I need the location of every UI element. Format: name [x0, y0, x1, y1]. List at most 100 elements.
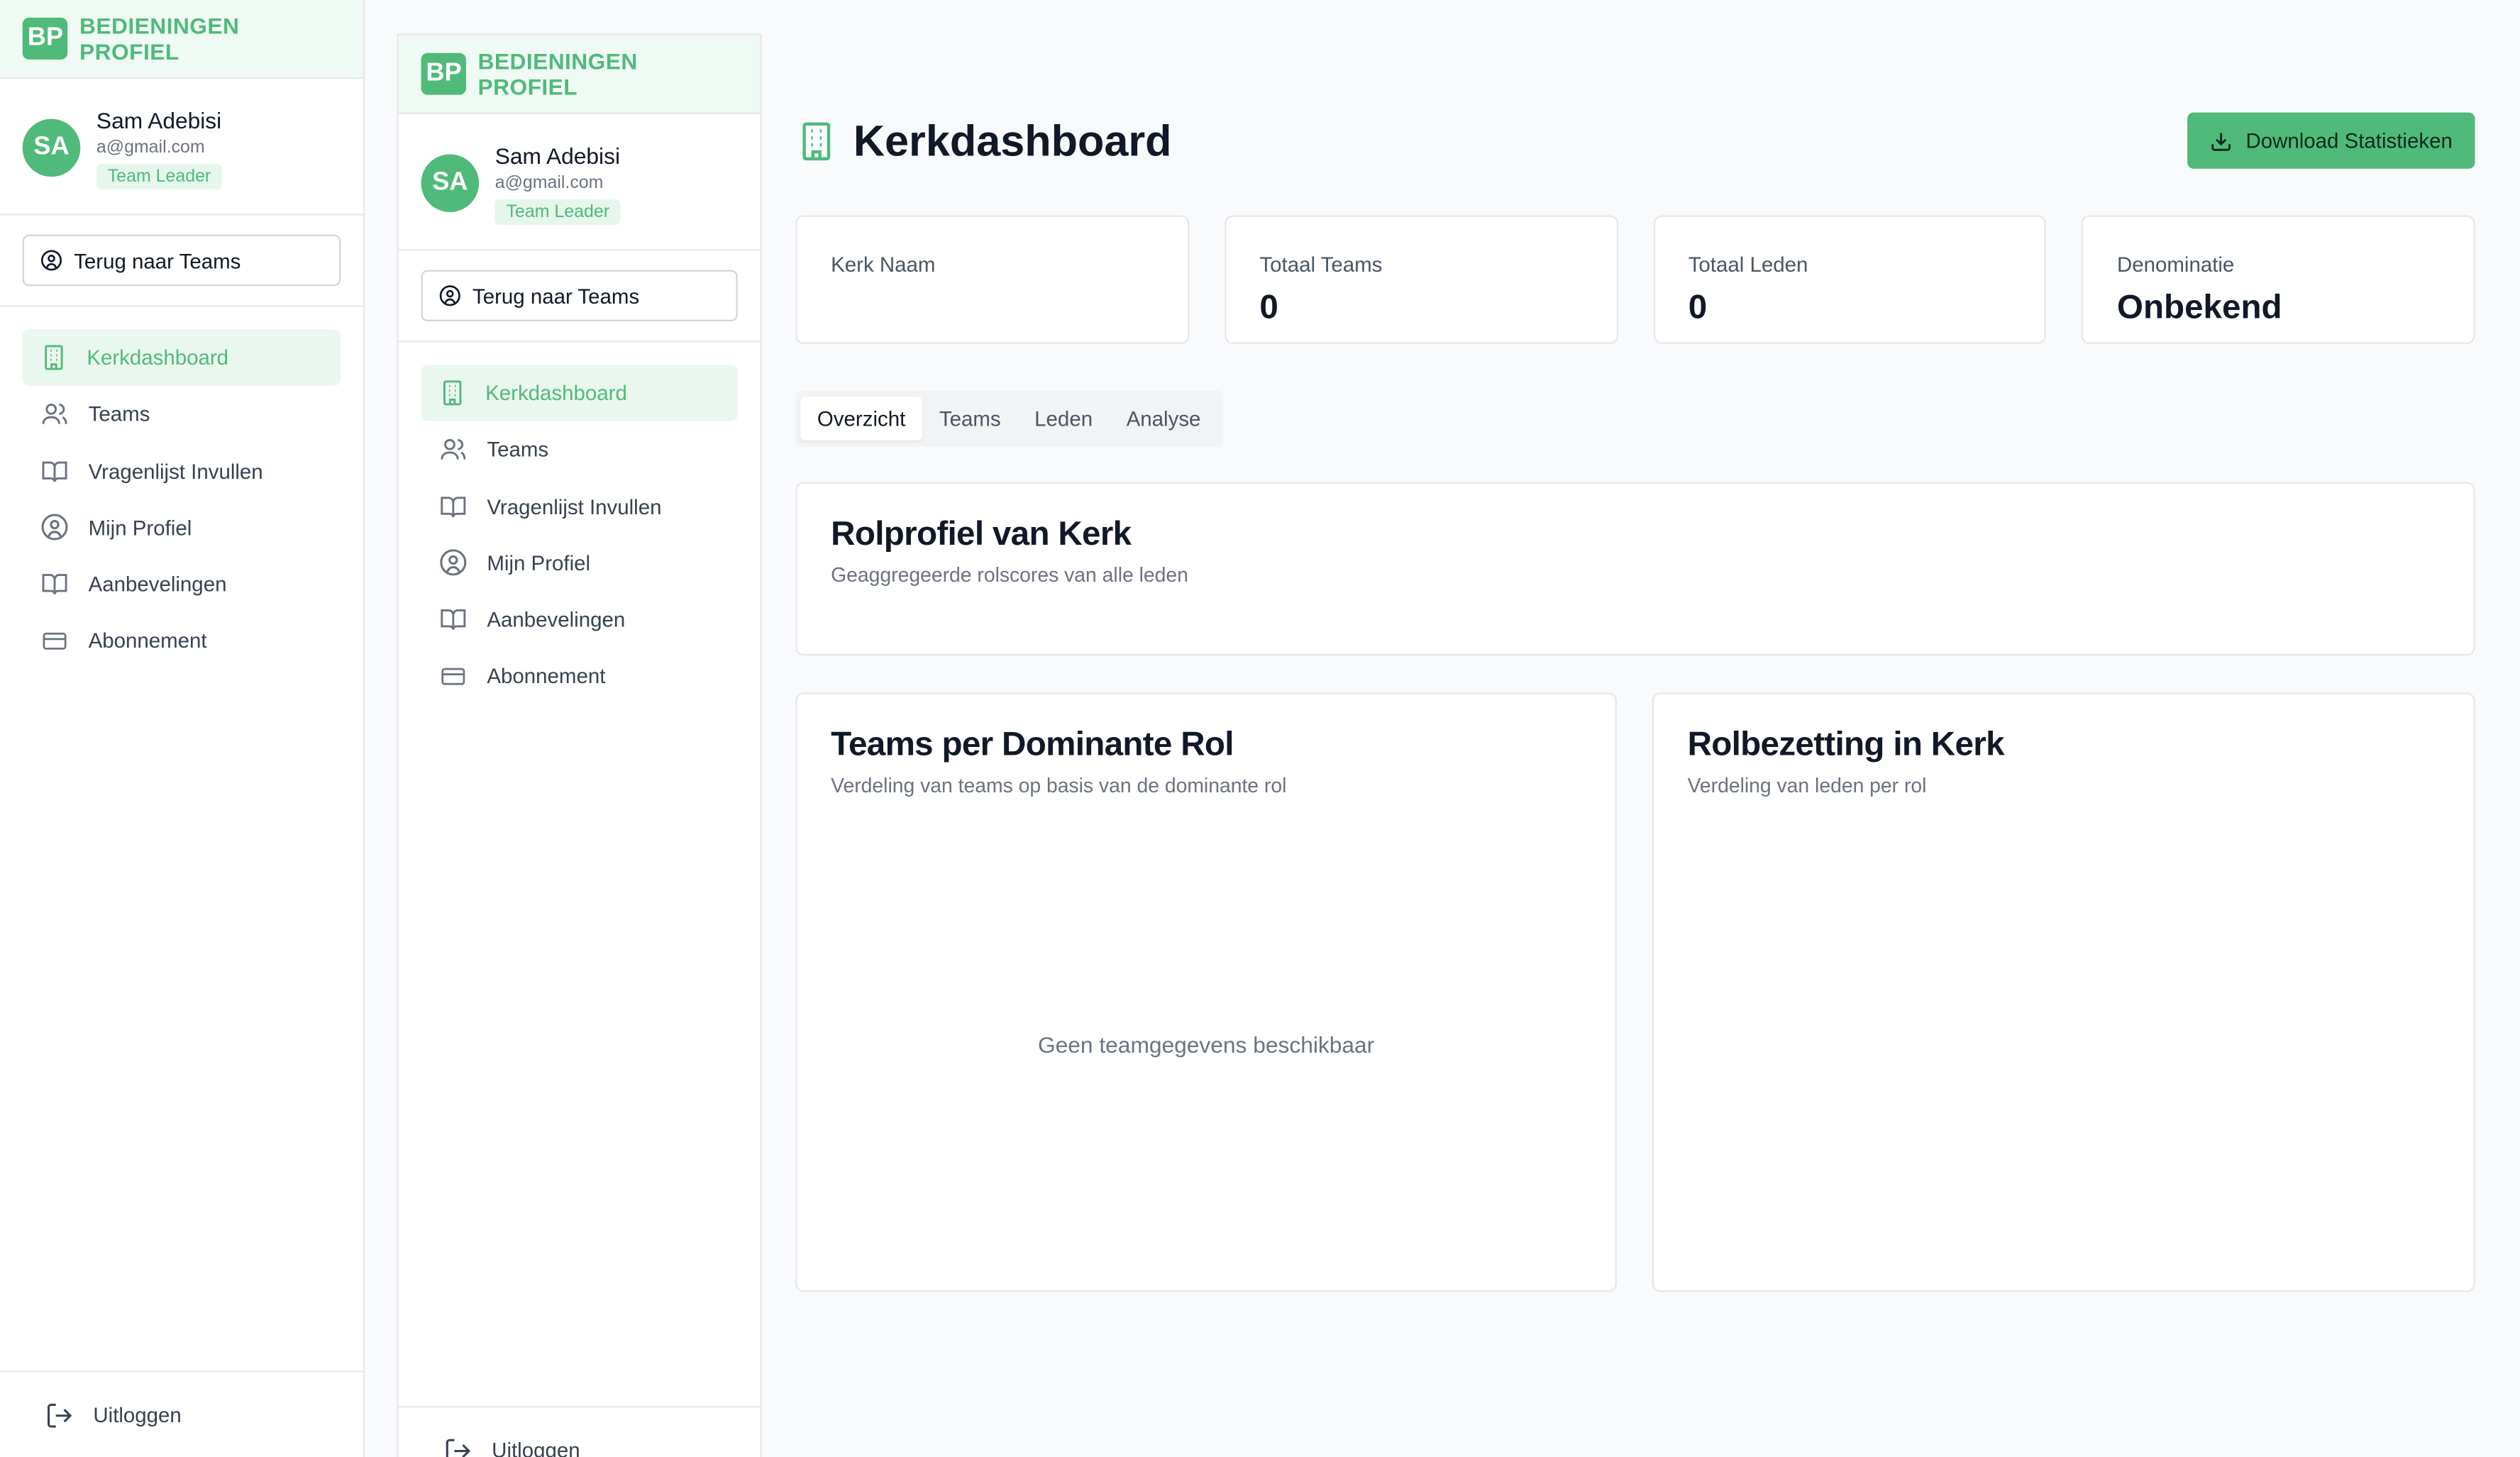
- stat-label: Totaal Leden: [1688, 252, 1808, 277]
- user-email: a@gmail.com: [96, 138, 205, 157]
- book-icon: [42, 460, 67, 482]
- brand-logo: BP: [421, 52, 467, 95]
- building-icon: [802, 122, 831, 161]
- role-badge: Team Leader: [96, 164, 223, 190]
- role-coverage-panel: Rolbezetting in Kerk Verdeling van leden…: [1652, 692, 2475, 1292]
- tab-leden[interactable]: Leden: [1017, 397, 1109, 441]
- sidebar-nav: Kerkdashboard Teams Vragenlijst Invullen…: [399, 343, 761, 728]
- stat-label: Kerk Naam: [831, 252, 936, 277]
- user-circle-icon: [40, 250, 62, 271]
- user-circle-icon: [440, 550, 467, 577]
- user-card: SA Sam Adebisi a@gmail.com Team Leader: [0, 79, 363, 216]
- panel-title: Teams per Dominante Rol: [831, 726, 1234, 764]
- sidebar-item-aanbevelingen[interactable]: Aanbevelingen: [23, 556, 341, 612]
- download-statistics-label: Download Statistieken: [2245, 128, 2453, 153]
- sidebar-item-label: Mijn Profiel: [88, 515, 192, 540]
- sidebar-item-kerkdashboard[interactable]: Kerkdashboard: [421, 365, 738, 421]
- brand-header: BP BEDIENINGEN PROFIEL: [398, 35, 761, 114]
- panel-title: Rolprofiel van Kerk: [831, 516, 1132, 553]
- user-name: Sam Adebisi: [96, 107, 222, 134]
- sidebar-item-abonnement[interactable]: Abonnement: [421, 648, 738, 704]
- main-content: Kerkdashboard Download Statistieken Kerk…: [795, 0, 2475, 1457]
- sidebar-item-teams[interactable]: Teams: [23, 386, 341, 442]
- user-circle-icon: [439, 285, 460, 306]
- back-to-teams-label: Terug naar Teams: [472, 283, 640, 308]
- users-icon: [441, 439, 466, 460]
- stat-value: 0: [1688, 289, 1708, 326]
- empty-state-message: Geen teamgegevens beschikbaar: [1037, 1031, 1375, 1058]
- sidebar: BP BEDIENINGEN PROFIEL SA Sam Adebisi a@…: [0, 0, 365, 1457]
- sidebar-item-label: Teams: [88, 401, 150, 426]
- sidebar-item-label: Teams: [487, 437, 549, 462]
- sidebar-item-mijn-profiel[interactable]: Mijn Profiel: [23, 499, 341, 555]
- sidebar-duplicate: BP BEDIENINGEN PROFIEL SA Sam Adebisi a@…: [397, 33, 762, 1457]
- sidebar-item-label: Abonnement: [88, 628, 207, 653]
- role-profile-panel: Rolprofiel van Kerk Geaggregeerde rolsco…: [795, 482, 2475, 656]
- panel-title: Rolbezetting in Kerk: [1687, 726, 2005, 764]
- page-header: Kerkdashboard Download Statistieken: [795, 112, 2475, 171]
- logout-label: Uitloggen: [93, 1402, 182, 1427]
- user-name: Sam Adebisi: [494, 143, 621, 169]
- stat-card-totaal-teams: Totaal Teams 0: [1224, 215, 1618, 344]
- logout-icon: [47, 1402, 72, 1427]
- download-icon: [2212, 132, 2231, 150]
- tab-teams[interactable]: Teams: [922, 397, 1017, 441]
- credit-card-icon: [43, 632, 67, 650]
- user-circle-icon: [41, 514, 68, 541]
- stat-card-denominatie: Denominatie Onbekend: [2082, 215, 2475, 344]
- sidebar-item-vragenlijst[interactable]: Vragenlijst Invullen: [421, 478, 738, 534]
- sidebar-item-label: Vragenlijst Invullen: [88, 458, 263, 483]
- user-card: SA Sam Adebisi a@gmail.com Team Leader: [398, 114, 761, 251]
- sidebar-item-teams[interactable]: Teams: [421, 421, 738, 477]
- panel-subtitle: Verdeling van leden per rol: [1687, 774, 1927, 797]
- sidebar-item-label: Abonnement: [487, 664, 606, 689]
- logout-button[interactable]: Uitloggen: [398, 1406, 761, 1457]
- logout-button[interactable]: Uitloggen: [0, 1370, 363, 1457]
- tab-bar: Overzicht Teams Leden Analyse: [795, 390, 1223, 447]
- sidebar-item-label: Mijn Profiel: [487, 550, 591, 575]
- stat-card-totaal-leden: Totaal Leden 0: [1652, 215, 2047, 344]
- avatar: SA: [421, 154, 480, 213]
- page-title: Kerkdashboard: [853, 116, 1172, 165]
- sidebar-item-label: Kerkdashboard: [87, 345, 229, 370]
- sidebar-item-vragenlijst[interactable]: Vragenlijst Invullen: [23, 443, 341, 499]
- stat-value: Onbekend: [2116, 289, 2282, 326]
- book-icon: [441, 496, 466, 517]
- sidebar-item-label: Vragenlijst Invullen: [487, 494, 662, 519]
- sidebar-item-label: Aanbevelingen: [487, 607, 626, 632]
- book-icon: [441, 609, 466, 631]
- teams-by-role-panel: Teams per Dominante Rol Verdeling van te…: [795, 692, 1617, 1292]
- building-icon: [443, 380, 462, 406]
- panel-subtitle: Verdeling van teams op basis van de domi…: [831, 774, 1287, 797]
- brand-header: BP BEDIENINGEN PROFIEL: [0, 0, 363, 79]
- sidebar-item-label: Aanbevelingen: [88, 572, 227, 597]
- avatar: SA: [22, 118, 81, 177]
- brand-logo: BP: [22, 17, 69, 60]
- brand-name: BEDIENINGEN PROFIEL: [477, 48, 638, 100]
- tab-overzicht[interactable]: Overzicht: [800, 397, 923, 441]
- user-email: a@gmail.com: [494, 173, 604, 193]
- stat-card-kerk-naam: Kerk Naam: [795, 215, 1189, 344]
- back-to-teams-label: Terug naar Teams: [74, 248, 241, 272]
- tab-analyse[interactable]: Analyse: [1110, 397, 1217, 441]
- back-to-teams-button[interactable]: Terug naar Teams: [22, 234, 341, 287]
- panel-subtitle: Geaggregeerde rolscores van alle leden: [831, 564, 1188, 587]
- users-icon: [42, 404, 67, 425]
- role-badge: Team Leader: [494, 199, 621, 226]
- stat-value: 0: [1259, 289, 1278, 326]
- back-to-teams-button[interactable]: Terug naar Teams: [421, 270, 738, 322]
- stat-label: Denominatie: [2116, 252, 2235, 277]
- sidebar-item-kerkdashboard[interactable]: Kerkdashboard: [22, 329, 341, 386]
- building-icon: [45, 345, 63, 370]
- brand-name: BEDIENINGEN PROFIEL: [79, 13, 240, 65]
- logout-label: Uitloggen: [492, 1438, 580, 1457]
- stat-label: Totaal Teams: [1259, 252, 1383, 277]
- sidebar-item-aanbevelingen[interactable]: Aanbevelingen: [421, 592, 738, 648]
- book-icon: [42, 574, 67, 595]
- sidebar-item-label: Kerkdashboard: [485, 380, 627, 405]
- download-statistics-button[interactable]: Download Statistieken: [2187, 112, 2475, 169]
- sidebar-item-mijn-profiel[interactable]: Mijn Profiel: [421, 535, 738, 591]
- sidebar-item-abonnement[interactable]: Abonnement: [23, 613, 341, 669]
- logout-icon: [446, 1438, 471, 1457]
- sidebar-nav: Kerkdashboard Teams Vragenlijst Invullen…: [0, 307, 363, 692]
